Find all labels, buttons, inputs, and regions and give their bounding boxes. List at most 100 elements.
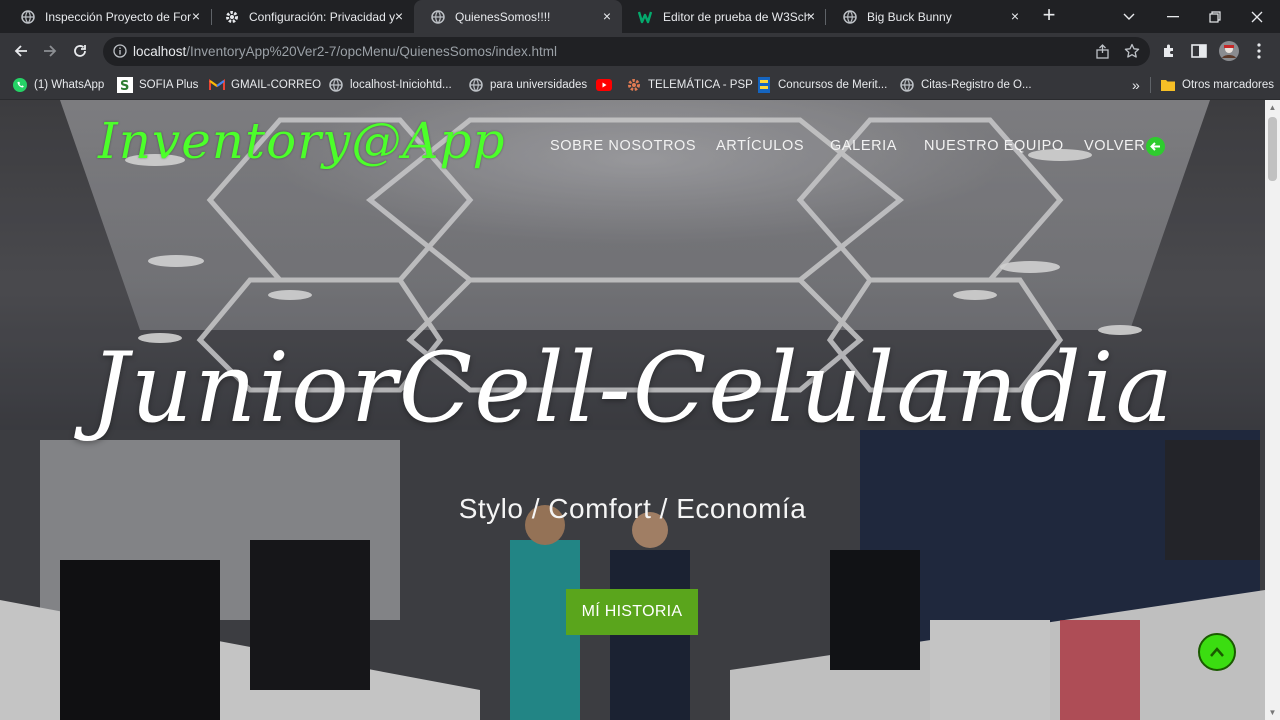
bookmark-label: TELEMÁTICA - PSP	[648, 79, 753, 91]
hero-subtitle: Stylo / Comfort / Economía	[458, 493, 807, 524]
close-icon[interactable]: ×	[804, 9, 818, 23]
tab-w3schools[interactable]: Editor de prueba de W3Schoo ×	[622, 0, 826, 33]
side-panel-icon	[1191, 44, 1207, 58]
close-icon[interactable]: ×	[392, 9, 406, 23]
globe-icon	[20, 9, 36, 25]
bookmark-localhost[interactable]: localhost-Iniciohtd...	[328, 76, 452, 94]
bookmarks-bar: (1) WhatsApp S SOFIA Plus GMAIL-CORREO l…	[0, 70, 1280, 100]
gear-icon	[626, 77, 642, 93]
sofia-icon: S	[117, 77, 133, 93]
arrow-right-icon	[44, 45, 57, 57]
nav-nuestro-equipo[interactable]: NUESTRO EQUIPO	[924, 138, 1064, 154]
bookmark-concursos[interactable]: Concursos de Merit...	[756, 76, 887, 94]
site-logo[interactable]: Inventory@App	[98, 112, 505, 170]
nav-sobre-nosotros[interactable]: SOBRE NOSOTROS	[550, 138, 696, 154]
tab-title: Configuración: Privacidad y s	[249, 9, 395, 24]
tab-title: Big Buck Bunny	[867, 9, 952, 24]
puzzle-icon	[1164, 44, 1173, 57]
globe-icon	[468, 77, 484, 93]
minimize-button[interactable]	[1150, 0, 1196, 33]
restore-icon	[1209, 10, 1221, 23]
avatar-icon	[1219, 41, 1239, 61]
bookmark-label: Citas-Registro de O...	[921, 79, 1032, 91]
bookmarks-overflow-button[interactable]: »	[1132, 76, 1140, 94]
bookmark-label: Otros marcadores	[1182, 79, 1275, 91]
close-window-button[interactable]	[1234, 0, 1280, 33]
hero-title: JuniorCell-Celulandia	[90, 332, 1175, 444]
reload-icon	[74, 45, 86, 57]
close-icon[interactable]: ×	[600, 9, 614, 23]
tab-bigbuckbunny[interactable]: Big Buck Bunny ×	[826, 0, 1030, 33]
chevron-double-right-icon: »	[1132, 77, 1140, 93]
url-text: localhost/InventoryApp%20Ver2-7/opcMenu/…	[133, 44, 557, 59]
back-button[interactable]	[9, 39, 33, 63]
globe-icon	[328, 77, 344, 93]
scroll-down-arrow-icon[interactable]: ▼	[1268, 708, 1277, 717]
info-icon[interactable]	[113, 44, 127, 63]
bookmark-sofia-plus[interactable]: S SOFIA Plus	[117, 76, 198, 94]
bookmark-label: GMAIL-CORREO	[231, 79, 322, 91]
tab-quienessomos[interactable]: QuienesSomos!!!! ×	[414, 0, 622, 33]
svg-text:S: S	[120, 79, 129, 93]
kebab-menu-icon	[1257, 43, 1261, 59]
tab-inspeccion[interactable]: Inspección Proyecto de Form ×	[4, 0, 211, 33]
w3schools-icon	[638, 9, 654, 25]
address-bar[interactable]: localhost/InventoryApp%20Ver2-7/opcMenu/…	[103, 37, 1150, 66]
browser-toolbar: localhost/InventoryApp%20Ver2-7/opcMenu/…	[0, 33, 1280, 70]
hero-section: Inventory@App SOBRE NOSOTROS ARTÍCULOS G…	[0, 100, 1265, 720]
minimize-icon	[1167, 15, 1179, 17]
url-host: localhost	[133, 44, 187, 59]
share-icon[interactable]	[1095, 44, 1110, 64]
bookmark-label: Concursos de Merit...	[778, 79, 888, 91]
close-icon	[1251, 11, 1263, 22]
bookmark-label: (1) WhatsApp	[34, 79, 105, 91]
bookmark-label: SOFIA Plus	[139, 79, 199, 91]
flag-icon	[756, 77, 772, 93]
scroll-to-top-button[interactable]	[1198, 633, 1236, 671]
youtube-icon	[596, 77, 612, 93]
bookmark-universidades[interactable]: para universidades	[468, 76, 587, 94]
star-icon[interactable]	[1124, 43, 1140, 64]
close-icon[interactable]: ×	[189, 9, 203, 23]
tab-title: Editor de prueba de W3Schoo	[663, 9, 809, 24]
bookmark-label: para universidades	[490, 79, 588, 91]
bookmark-telematica[interactable]: TELEMÁTICA - PSP	[626, 76, 753, 94]
globe-icon	[430, 9, 446, 25]
nav-articulos[interactable]: ARTÍCULOS	[716, 138, 804, 154]
bookmark-gmail[interactable]: GMAIL-CORREO	[209, 76, 321, 94]
globe-icon	[842, 9, 858, 25]
menu-button[interactable]	[1248, 40, 1270, 62]
gmail-icon	[209, 77, 225, 93]
tab-title: Inspección Proyecto de Form	[45, 9, 191, 24]
folder-icon	[1160, 77, 1176, 93]
side-panel-button[interactable]	[1188, 40, 1210, 62]
profile-avatar[interactable]	[1218, 40, 1240, 62]
scrollbar-thumb[interactable]	[1268, 117, 1277, 181]
scroll-up-arrow-icon[interactable]: ▲	[1268, 103, 1277, 112]
chevron-up-icon	[1210, 647, 1224, 657]
reload-button[interactable]	[68, 39, 92, 63]
page-scrollbar[interactable]: ▲ ▼	[1265, 100, 1280, 720]
bookmark-youtube[interactable]	[596, 76, 618, 94]
tab-configuracion[interactable]: Configuración: Privacidad y s ×	[208, 0, 414, 33]
bookmark-whatsapp[interactable]: (1) WhatsApp	[12, 76, 104, 94]
forward-button[interactable]	[38, 39, 62, 63]
tab-strip: Inspección Proyecto de Form × Configurac…	[0, 0, 1280, 33]
tab-search-button[interactable]	[1106, 0, 1152, 33]
close-icon[interactable]: ×	[1008, 9, 1022, 23]
restore-button[interactable]	[1192, 0, 1238, 33]
back-arrow-icon[interactable]	[1146, 137, 1165, 156]
gear-icon	[224, 9, 240, 25]
new-tab-button[interactable]: +	[1038, 4, 1060, 27]
nav-galeria[interactable]: GALERIA	[830, 138, 897, 154]
url-path: /InventoryApp%20Ver2-7/opcMenu/QuienesSo…	[186, 44, 558, 59]
globe-icon	[899, 77, 915, 93]
bookmark-citas[interactable]: Citas-Registro de O...	[899, 76, 1032, 94]
mi-historia-button[interactable]: MÍ HISTORIA	[566, 589, 698, 635]
extensions-button[interactable]	[1158, 40, 1180, 62]
bookmark-otros-marcadores[interactable]: Otros marcadores	[1160, 76, 1274, 94]
bookmark-label: localhost-Iniciohtd...	[350, 79, 452, 91]
chevron-down-icon	[1123, 13, 1135, 20]
whatsapp-icon	[12, 77, 28, 93]
nav-volver[interactable]: VOLVER	[1084, 138, 1145, 154]
